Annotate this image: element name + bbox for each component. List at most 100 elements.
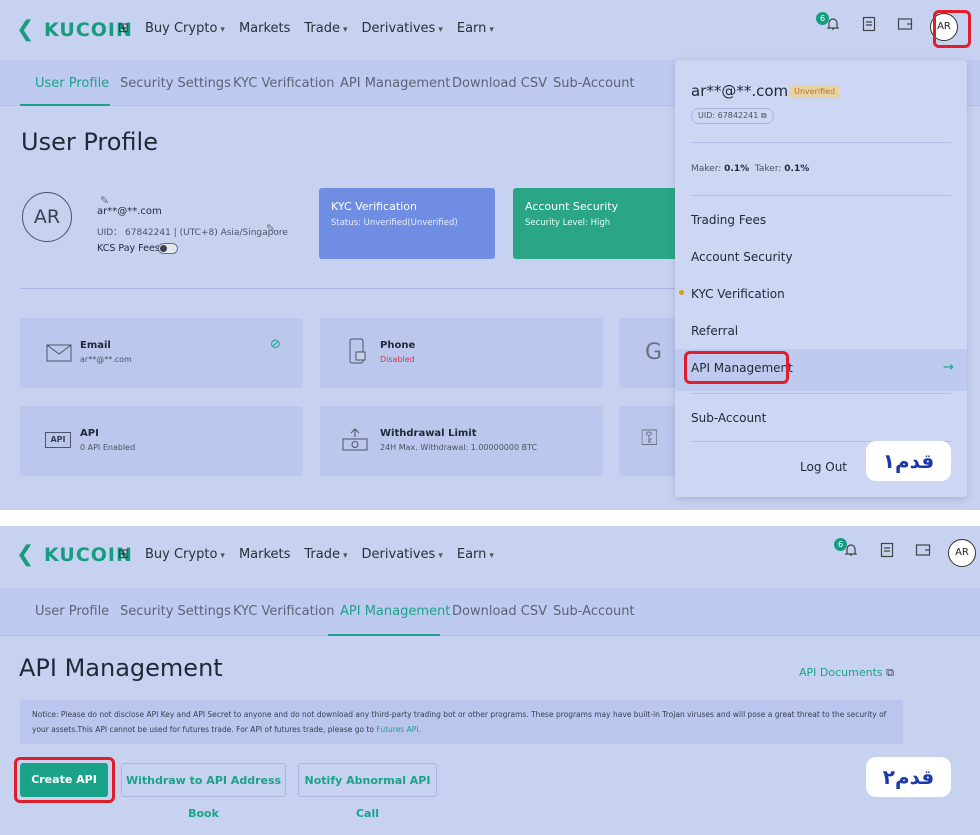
api-management-panel: ❮ KUCOIN ⊞ Buy Crypto ▾ Markets Trade ▾ De… xyxy=(0,526,980,835)
tab-user-profile[interactable]: User Profile xyxy=(35,76,109,91)
key-icon: ⚿ xyxy=(641,426,658,451)
phone-card[interactable]: Phone Disabled xyxy=(320,318,603,388)
nav-derivatives-2[interactable]: Derivatives ▾ xyxy=(362,547,443,562)
wallet-icon-2[interactable] xyxy=(912,542,934,564)
kucoin-logo-2[interactable]: ❮ KUCOIN xyxy=(16,542,133,567)
email-card-title: Email xyxy=(80,340,111,351)
api-card[interactable]: API API 0 API Enabled xyxy=(20,406,303,476)
bell-icon[interactable]: 6 xyxy=(816,12,844,38)
tab-api-management[interactable]: API Management xyxy=(340,76,450,91)
main-nav: Buy Crypto ▾ Markets Trade ▾ Derivatives ▾ … xyxy=(145,21,494,36)
dropdown-divider-1 xyxy=(691,142,951,143)
phone-icon xyxy=(349,338,366,364)
apps-grid-icon[interactable]: ⊞ xyxy=(118,22,132,36)
menu-trading-fees[interactable]: Trading Fees xyxy=(691,213,766,227)
step-2-label: قدم۲ xyxy=(866,757,951,797)
security-card-title: Account Security xyxy=(525,200,619,213)
avatar-highlight xyxy=(933,10,971,48)
nav-trade-2[interactable]: Trade ▾ xyxy=(304,547,347,562)
external-link-icon: ⧉ xyxy=(886,666,894,679)
withdrawal-card-value: 24H Max. Withdrawal: 1.00000000 BTC xyxy=(380,443,538,452)
kucoin-logo-icon-2: ❮ xyxy=(16,542,35,567)
top-navbar: ❮ KUCOIN ⊞ Buy Crypto ▾ Markets Trade ▾ De… xyxy=(0,0,980,60)
main-nav-2: Buy Crypto ▾ Markets Trade ▾ Derivatives ▾ … xyxy=(145,547,494,562)
email-card[interactable]: Email ar**@**.com ⊘ xyxy=(20,318,303,388)
nav-earn-2[interactable]: Earn ▾ xyxy=(457,547,494,562)
tab-sub-account-2[interactable]: Sub-Account xyxy=(553,604,635,619)
avatar-button-2[interactable]: AR xyxy=(948,539,976,567)
security-card-level: Security Level: High xyxy=(525,218,611,228)
menu-kyc-verification[interactable]: KYC Verification xyxy=(691,287,785,301)
nav-buy-crypto[interactable]: Buy Crypto ▾ xyxy=(145,21,225,36)
unverified-badge: Unverified xyxy=(790,85,840,98)
page-title: User Profile xyxy=(21,128,158,156)
tab-kyc-verification-2[interactable]: KYC Verification xyxy=(233,604,335,619)
api-card-value: 0 API Enabled xyxy=(80,443,136,452)
dropdown-uid[interactable]: UID: 67842241 ⧉ xyxy=(691,108,774,124)
tab-download-csv[interactable]: Download CSV xyxy=(452,76,547,91)
logout-button[interactable]: Log Out xyxy=(800,460,847,474)
nav-derivatives[interactable]: Derivatives ▾ xyxy=(362,21,443,36)
tab-user-profile-2[interactable]: User Profile xyxy=(35,604,109,619)
api-notice: Notice: Please do not disclose API Key a… xyxy=(20,700,903,744)
tab-api-management-2[interactable]: API Management xyxy=(340,604,450,619)
menu-account-security[interactable]: Account Security xyxy=(691,250,793,264)
profile-panel: ❮ KUCOIN ⊞ Buy Crypto ▾ Markets Trade ▾ De… xyxy=(0,0,980,510)
tab-sub-account[interactable]: Sub-Account xyxy=(553,76,635,91)
api-card-title: API xyxy=(80,428,99,439)
notice-text: Notice: Please do not disclose API Key a… xyxy=(32,710,887,734)
sub-tabs-2: User Profile Security Settings KYC Verif… xyxy=(0,588,980,636)
kyc-card[interactable]: KYC Verification Status: Unverified(Unve… xyxy=(319,188,495,259)
kucoin-logo-icon: ❮ xyxy=(16,17,35,42)
withdrawal-limit-card[interactable]: Withdrawal Limit 24H Max. Withdrawal: 1.… xyxy=(320,406,603,476)
copy-icon: ⧉ xyxy=(760,111,767,120)
google-icon: G xyxy=(645,340,663,365)
bell-icon-2[interactable]: 6 xyxy=(834,538,862,564)
api-documents-link[interactable]: API Documents ⧉ xyxy=(799,666,894,680)
withdrawal-card-title: Withdrawal Limit xyxy=(380,428,477,439)
profile-email: ar**@**.com xyxy=(97,206,162,217)
menu-sub-account[interactable]: Sub-Account xyxy=(691,411,766,425)
profile-avatar: AR xyxy=(22,192,72,242)
phone-card-value: Disabled xyxy=(380,355,415,364)
kcs-fees-label: KCS Pay Fees xyxy=(97,243,160,254)
tab-download-csv-2[interactable]: Download CSV xyxy=(452,604,547,619)
step-1-label: قدم۱ xyxy=(866,441,951,481)
orders-icon-2[interactable] xyxy=(876,542,898,564)
tab-kyc-verification[interactable]: KYC Verification xyxy=(233,76,335,91)
notification-badge-2: 6 xyxy=(834,538,847,551)
divider xyxy=(20,288,675,289)
google-auth-card[interactable]: G xyxy=(619,318,675,388)
wallet-icon[interactable] xyxy=(894,16,916,38)
nav-earn[interactable]: Earn ▾ xyxy=(457,21,494,36)
kyc-dot xyxy=(679,290,684,295)
nav-markets[interactable]: Markets xyxy=(239,21,290,36)
kcs-fees-toggle[interactable] xyxy=(158,243,178,254)
profile-uid: UID： 67842241 | (UTC+8) Asia/Singapore xyxy=(97,228,288,238)
create-api-highlight xyxy=(14,757,115,803)
tab-security-settings[interactable]: Security Settings xyxy=(120,76,231,91)
verified-check-icon: ⊘ xyxy=(270,337,281,352)
orders-icon[interactable] xyxy=(858,16,880,38)
edit-timezone-icon[interactable]: ✎ xyxy=(266,222,275,235)
nav-trade[interactable]: Trade ▾ xyxy=(304,21,347,36)
api-page-title: API Management xyxy=(19,654,223,682)
kucoin-logo[interactable]: ❮ KUCOIN xyxy=(16,17,133,42)
tab-security-settings-2[interactable]: Security Settings xyxy=(120,604,231,619)
account-dropdown: ar**@**.com Unverified UID: 67842241 ⧉ M… xyxy=(675,60,967,497)
notify-abnormal-api-button[interactable]: Notify Abnormal API Call xyxy=(298,763,437,820)
anti-phishing-card[interactable]: ⚿ xyxy=(619,406,675,476)
dropdown-email: ar**@**.com xyxy=(691,82,789,100)
futures-api-link[interactable]: Futures API. xyxy=(376,725,420,734)
nav-buy-crypto-2[interactable]: Buy Crypto ▾ xyxy=(145,547,225,562)
nav-markets-2[interactable]: Markets xyxy=(239,547,290,562)
menu-referral[interactable]: Referral xyxy=(691,324,738,338)
phone-card-title: Phone xyxy=(380,340,416,351)
dropdown-divider-2 xyxy=(691,195,951,196)
api-icon: API xyxy=(45,432,71,448)
active-tab-underline xyxy=(20,104,110,106)
security-card[interactable]: Account Security Security Level: High xyxy=(513,188,683,259)
withdraw-address-book-button[interactable]: Withdraw to API Address Book xyxy=(121,763,286,820)
withdrawal-icon xyxy=(342,428,368,451)
apps-grid-icon-2[interactable]: ⊞ xyxy=(118,548,132,562)
